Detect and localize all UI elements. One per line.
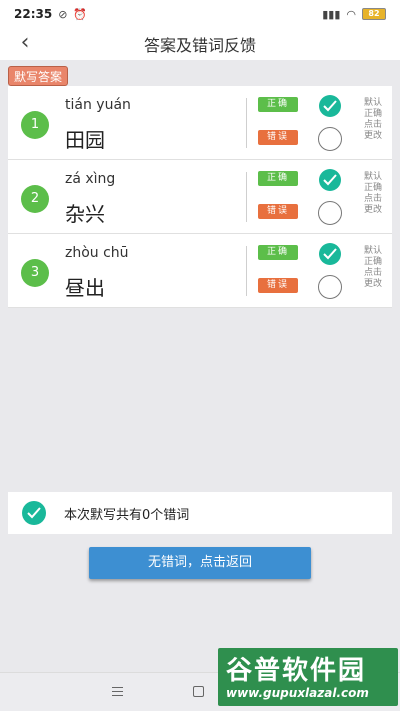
word-row: 1 tián yuán 田园 正确 错误 默认正确点击更改 <box>8 86 392 160</box>
item-pinyin: zhòu chū <box>65 245 129 261</box>
home-icon[interactable] <box>193 686 204 697</box>
correct-label: 正确 <box>258 245 298 260</box>
correct-radio[interactable] <box>319 95 341 117</box>
item-pinyin: zá xìng <box>65 171 116 187</box>
correct-radio[interactable] <box>319 243 341 265</box>
wrong-radio[interactable] <box>318 127 342 151</box>
correct-radio[interactable] <box>319 169 341 191</box>
item-hanzi: 杂兴 <box>65 202 105 226</box>
summary-text: 本次默写共有0个错词 <box>64 507 190 523</box>
return-button[interactable]: 无错词，点击返回 <box>89 547 311 579</box>
item-number: 2 <box>21 185 49 213</box>
row-divider <box>246 246 247 296</box>
chevron-left-icon: ‹ <box>20 30 30 55</box>
back-button[interactable]: ‹ <box>12 31 38 57</box>
word-list: 1 tián yuán 田园 正确 错误 默认正确点击更改 2 zá xìng … <box>8 86 392 308</box>
wrong-radio[interactable] <box>318 201 342 225</box>
check-icon <box>27 507 41 519</box>
menu-icon[interactable] <box>112 687 123 696</box>
item-number: 3 <box>21 259 49 287</box>
wrong-radio[interactable] <box>318 275 342 299</box>
word-row: 2 zá xìng 杂兴 正确 错误 默认正确点击更改 <box>8 160 392 234</box>
wrong-label: 错误 <box>258 130 298 145</box>
wrong-label: 错误 <box>258 204 298 219</box>
summary-check-icon <box>22 501 46 525</box>
status-time: 22:35 <box>14 7 53 21</box>
check-icon <box>323 100 337 112</box>
correct-label: 正确 <box>258 171 298 186</box>
item-hanzi: 田园 <box>65 128 105 152</box>
check-icon <box>323 174 337 186</box>
status-bar: 22:35 ⊘ ⏰ ▮▮▮ ◠ 82 <box>0 0 400 28</box>
battery-icon: 82 <box>362 8 386 20</box>
hint-text: 默认正确点击更改 <box>364 172 383 215</box>
header: ‹ 答案及错词反馈 <box>0 28 400 60</box>
section-tag: 默写答案 <box>8 66 69 86</box>
item-hanzi: 昼出 <box>65 276 105 300</box>
word-row: 3 zhòu chū 昼出 正确 错误 默认正确点击更改 <box>8 234 392 308</box>
item-pinyin: tián yuán <box>65 97 131 113</box>
watermark-title: 谷普软件园 <box>226 656 367 686</box>
row-divider <box>246 172 247 222</box>
wifi-icon: ◠ <box>346 7 356 21</box>
hint-text: 默认正确点击更改 <box>364 246 383 289</box>
watermark-logo: 谷普软件园 www.gupuxlazal.com <box>218 648 398 706</box>
signal-icon: ▮▮▮ <box>322 7 341 21</box>
page-title: 答案及错词反馈 <box>143 36 256 55</box>
row-divider <box>246 98 247 148</box>
check-icon <box>323 248 337 260</box>
watermark-url: www.gupuxlazal.com <box>226 686 369 700</box>
item-number: 1 <box>21 111 49 139</box>
wrong-label: 错误 <box>258 278 298 293</box>
summary-bar: 本次默写共有0个错词 <box>8 492 392 534</box>
notification-muted-icon: ⊘ <box>58 7 68 21</box>
hint-text: 默认正确点击更改 <box>364 98 383 141</box>
alarm-icon: ⏰ <box>73 7 88 21</box>
correct-label: 正确 <box>258 97 298 112</box>
